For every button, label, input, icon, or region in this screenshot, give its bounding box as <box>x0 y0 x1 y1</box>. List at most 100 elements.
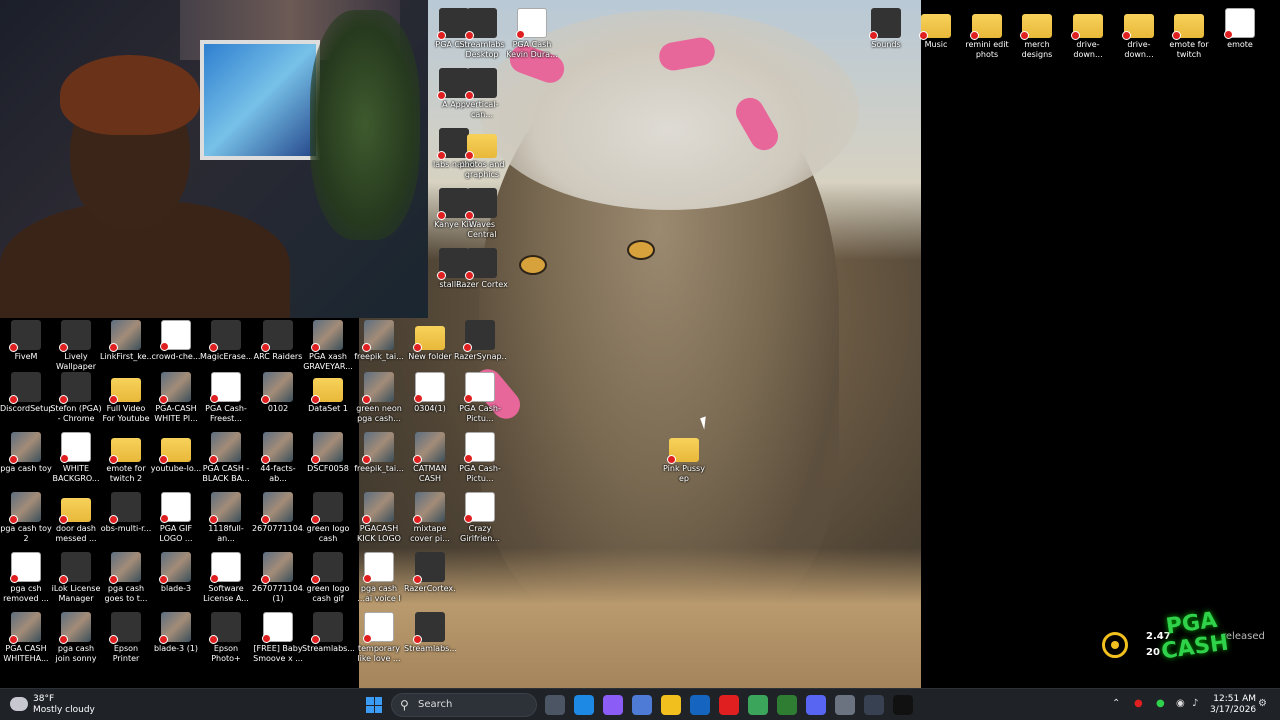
desktop-icon[interactable]: 0102 <box>252 372 304 414</box>
desktop-icon[interactable]: mixtape cover pi... <box>404 492 456 544</box>
desktop-icon[interactable]: temporary like love ... <box>353 612 405 664</box>
desktop-icon[interactable]: pga cash toy <box>0 432 52 474</box>
chrome-icon[interactable] <box>748 695 768 715</box>
desktop-icon[interactable]: youtube-lo... <box>150 432 202 474</box>
desktop-icon[interactable]: crowd-che... <box>150 320 202 362</box>
desktop-icon[interactable]: Crazy Girlfrien... <box>454 492 506 544</box>
weather-desc[interactable]: Mostly cloudy <box>33 705 95 715</box>
desktop-icon[interactable]: RazerSynap... <box>454 320 506 362</box>
desktop-icon[interactable]: [FREE] Baby Smoove x ... <box>252 612 304 664</box>
desktop-icon[interactable]: PGA Cash-Pictu... <box>454 372 506 424</box>
desktop-icon[interactable]: Pink Pussy ep <box>658 432 710 484</box>
discord-icon[interactable] <box>806 695 826 715</box>
desktop-icon[interactable]: freepik_tai... <box>353 432 405 474</box>
desktop-icon[interactable]: PGA GIF LOGO ... <box>150 492 202 544</box>
desktop-icon[interactable]: Lively Wallpaper <box>50 320 102 372</box>
media-player-icon[interactable] <box>864 695 884 715</box>
desktop-icon[interactable]: PGACASH KICK LOGO <box>353 492 405 544</box>
desktop-icon[interactable]: FiveM <box>0 320 52 362</box>
taskbar-search[interactable]: ⚲ Search <box>391 693 537 717</box>
obs-icon[interactable] <box>835 695 855 715</box>
clock[interactable]: 12:51 AM 3/17/2026 <box>1210 694 1256 716</box>
desktop-icon-label: green logo cash <box>306 524 350 543</box>
desktop-icon[interactable]: Epson Photo+ <box>200 612 252 664</box>
desktop-icon[interactable]: pga cash goes to t... <box>100 552 152 604</box>
desktop-icon[interactable]: RazerCortex... <box>404 552 456 594</box>
desktop-icon[interactable]: Streamlabs Desktop <box>456 8 508 60</box>
photoshop-icon[interactable] <box>632 695 652 715</box>
wifi-icon[interactable]: ◉ <box>1176 698 1185 709</box>
windows-start-icon[interactable] <box>366 697 382 713</box>
desktop-icon[interactable]: pga csh removed ... <box>0 552 52 604</box>
task-view-icon[interactable] <box>545 695 565 715</box>
xbox-icon[interactable] <box>777 695 797 715</box>
desktop-icon[interactable]: Stefon (PGA) - Chrome <box>50 372 102 424</box>
desktop-icon[interactable]: Epson Printer Connectio... <box>100 612 152 664</box>
desktop-icon[interactable]: freepik_tai... <box>353 320 405 362</box>
desktop-icon[interactable]: drive-down... <box>1113 8 1165 60</box>
chevron-up-icon[interactable]: ⌃ <box>1112 698 1120 709</box>
desktop-icon[interactable]: blade-3 (1) <box>150 612 202 654</box>
desktop-icon[interactable]: green logo cash <box>302 492 354 544</box>
volume-icon[interactable]: ♪ <box>1192 698 1198 709</box>
desktop-icon[interactable]: emote for twitch <box>1163 8 1215 60</box>
file-explorer-icon[interactable] <box>661 695 681 715</box>
desktop-icon[interactable]: pga cash join sonny digit... <box>50 612 102 664</box>
desktop-icon[interactable]: blade-3 <box>150 552 202 594</box>
desktop-icon[interactable]: pga cash ...ai voice l ...ash... <box>353 552 405 604</box>
edge-icon[interactable] <box>574 695 594 715</box>
desktop-icon[interactable]: ARC Raiders <box>252 320 304 362</box>
desktop-icon[interactable]: 1118full-an... <box>200 492 252 544</box>
desktop-icon[interactable]: iLok License Manager <box>50 552 102 604</box>
desktop-icon[interactable]: New folder <box>404 320 456 362</box>
desktop-icon[interactable]: pga cash toy 2 <box>0 492 52 544</box>
desktop-icon[interactable]: PGA xash GRAVEYAR... <box>302 320 354 372</box>
desktop-icon-label: pga cash ...ai voice l ...ash... <box>357 584 401 603</box>
desktop-icon[interactable]: drive-down... <box>1062 8 1114 60</box>
desktop-icon[interactable]: PGA CASH - BLACK BA... <box>200 432 252 484</box>
desktop-icon[interactable]: remini edit phots <box>961 8 1013 60</box>
desktop-icon[interactable]: PGA Cash-Freest... <box>200 372 252 424</box>
desktop-icon[interactable]: emote for twitch 2 <box>100 432 152 484</box>
desktop-icon[interactable]: 0304(1) <box>404 372 456 414</box>
desktop-icon[interactable]: green logo cash gif <box>302 552 354 604</box>
desktop-icon[interactable]: vertical-can... <box>456 68 508 120</box>
notification-icon[interactable]: ⚙ <box>1258 698 1267 709</box>
desktop-icon[interactable]: Streamlabs... <box>404 612 456 654</box>
desktop-icon[interactable]: merch designs <box>1011 8 1063 60</box>
cloud-icon[interactable] <box>10 697 28 711</box>
desktop-icon[interactable]: Waves Central <box>456 188 508 240</box>
desktop-icon[interactable]: Streamlabs... <box>302 612 354 654</box>
desktop-icon[interactable]: obs-multi-r... <box>100 492 152 534</box>
desktop-icon[interactable]: WHITE BACKGRO... <box>50 432 102 484</box>
desktop-icon[interactable]: Razer Cortex <box>456 248 508 290</box>
desktop-icon[interactable]: green neon pga cash... <box>353 372 405 424</box>
desktop-icon[interactable]: Sounds <box>860 8 912 50</box>
weather-temp[interactable]: 38°F <box>33 694 54 704</box>
desktop-icon[interactable]: MagicErase... <box>200 320 252 362</box>
microphone-icon[interactable]: ● <box>1156 698 1165 709</box>
desktop-icon[interactable]: PGA Cash-Pictu... <box>454 432 506 484</box>
desktop-icon[interactable]: PGA Cash Kevin Dura... <box>506 8 558 60</box>
outlook-icon[interactable] <box>690 695 710 715</box>
capcut-icon[interactable] <box>893 695 913 715</box>
desktop-icon[interactable]: Software License A... <box>200 552 252 604</box>
desktop-icon[interactable]: DataSet 1 <box>302 372 354 414</box>
desktop-icon[interactable]: photos and graphics <box>456 128 508 180</box>
desktop-icon[interactable]: DiscordSetup <box>0 372 52 414</box>
desktop-icon[interactable]: Music <box>910 8 962 50</box>
desktop-icon[interactable]: 2670771104... <box>252 492 304 534</box>
desktop-icon[interactable]: LinkFirst_ke... <box>100 320 152 362</box>
desktop-icon[interactable]: PGA CASH WHITEHA... <box>0 612 52 664</box>
desktop-icon[interactable]: DSCF0058 <box>302 432 354 474</box>
tray-app-icon[interactable]: ● <box>1134 698 1143 709</box>
desktop-icon[interactable]: 44-facts-ab... <box>252 432 304 484</box>
desktop-icon[interactable]: door dash messed ... <box>50 492 102 544</box>
desktop-icon[interactable]: CATMAN CASH <box>404 432 456 484</box>
l-app-icon[interactable] <box>719 695 739 715</box>
copilot-icon[interactable] <box>603 695 623 715</box>
desktop-icon[interactable]: emote <box>1214 8 1266 50</box>
desktop-icon[interactable]: Full Video For Youtube Edi... <box>100 372 152 424</box>
desktop-icon[interactable]: 2670771104... (1) <box>252 552 304 604</box>
desktop-icon[interactable]: PGA-CASH WHITE PI... <box>150 372 202 424</box>
